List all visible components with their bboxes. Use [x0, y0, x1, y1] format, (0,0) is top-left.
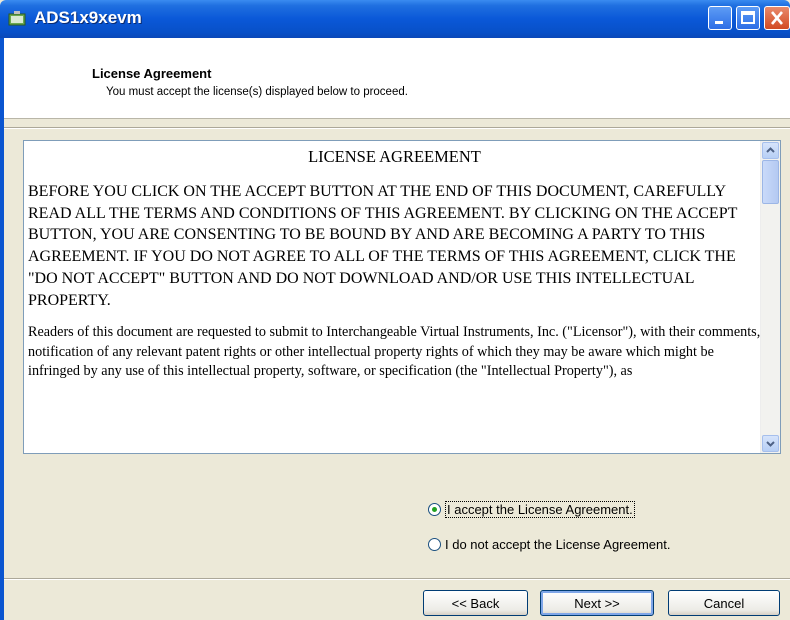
window-title: ADS1x9xevm: [34, 8, 142, 27]
minimize-icon: [715, 21, 723, 24]
page-title: License Agreement: [92, 66, 212, 81]
close-icon: [771, 11, 783, 25]
app-icon: [8, 11, 26, 26]
license-heading: LICENSE AGREEMENT: [308, 147, 481, 166]
vertical-scrollbar[interactable]: [760, 141, 780, 453]
accept-option[interactable]: I accept the License Agreement.: [428, 501, 635, 518]
scroll-up-button[interactable]: [762, 142, 779, 159]
close-button[interactable]: [764, 6, 790, 30]
license-paragraph-1: BEFORE YOU CLICK ON THE ACCEPT BUTTON AT…: [28, 183, 738, 309]
decline-option[interactable]: I do not accept the License Agreement.: [428, 537, 670, 552]
license-content: LICENSE AGREEMENT BEFORE YOU CLICK ON TH…: [28, 145, 761, 382]
installer-window: ADS1x9xevm License Agreement You must ac…: [0, 0, 790, 620]
wizard-header: License Agreement You must accept the li…: [4, 38, 790, 119]
next-button[interactable]: Next >>: [540, 590, 654, 616]
chevron-up-icon: [766, 147, 775, 153]
scroll-down-button[interactable]: [762, 435, 779, 452]
maximize-icon: [741, 11, 755, 24]
window-border: [0, 38, 4, 620]
chevron-down-icon: [766, 441, 775, 447]
accept-radio[interactable]: [428, 503, 441, 516]
footer-divider: [4, 578, 790, 580]
cancel-button[interactable]: Cancel: [668, 590, 780, 616]
decline-radio[interactable]: [428, 538, 441, 551]
title-bar[interactable]: ADS1x9xevm: [0, 0, 790, 38]
accept-radio-label[interactable]: I accept the License Agreement.: [445, 501, 635, 518]
decline-radio-label[interactable]: I do not accept the License Agreement.: [445, 537, 670, 552]
back-button[interactable]: << Back: [423, 590, 528, 616]
minimize-button[interactable]: [708, 6, 732, 30]
scroll-thumb[interactable]: [762, 160, 779, 204]
maximize-button[interactable]: [736, 6, 760, 30]
license-paragraph-2: Readers of this document are requested t…: [28, 324, 761, 380]
license-text-area[interactable]: LICENSE AGREEMENT BEFORE YOU CLICK ON TH…: [23, 140, 781, 454]
header-divider: [4, 127, 790, 129]
page-subtitle: You must accept the license(s) displayed…: [106, 86, 408, 98]
